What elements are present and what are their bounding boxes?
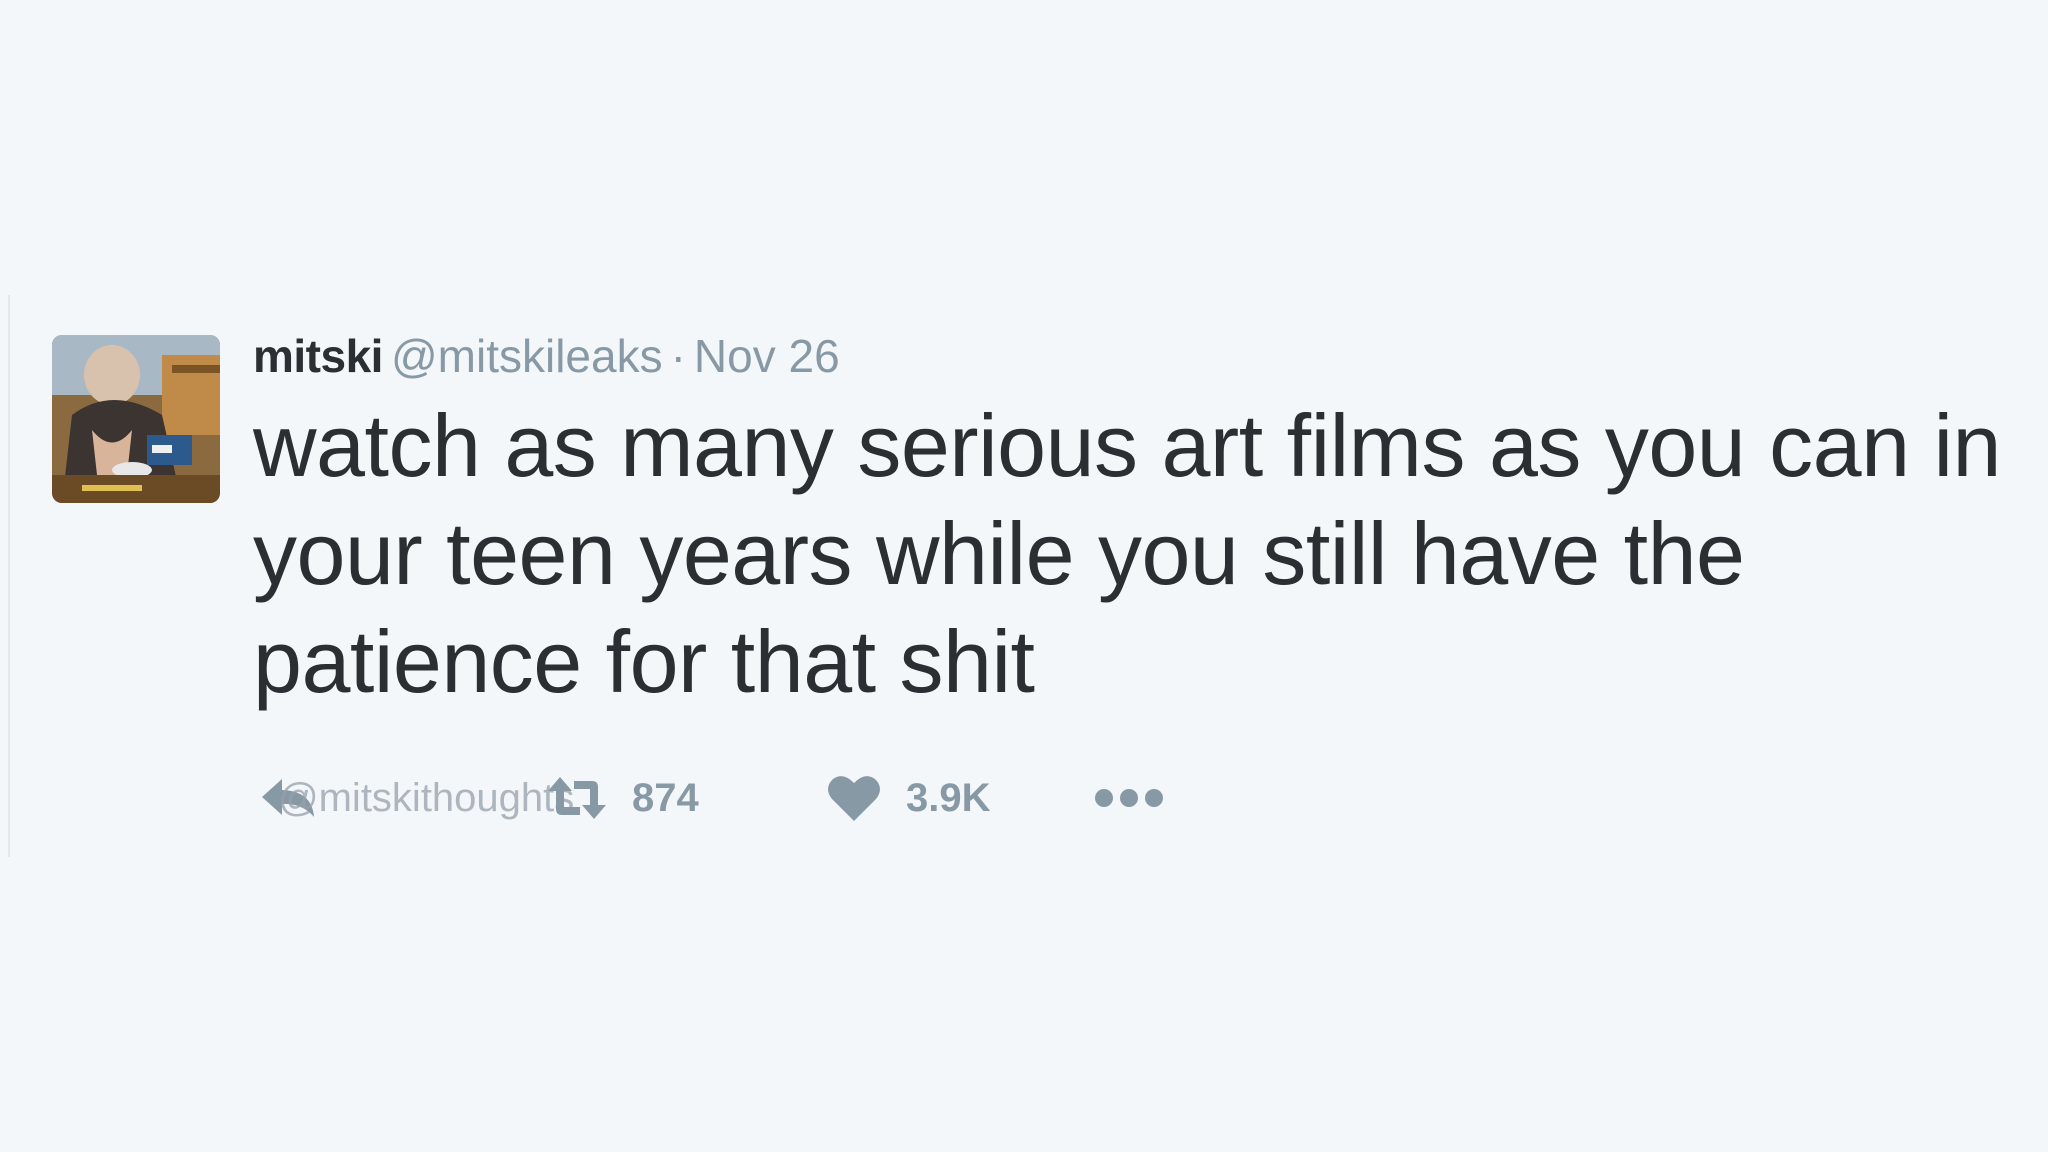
like-button[interactable]: 3.9K bbox=[826, 768, 991, 828]
user-handle[interactable]: @mitskileaks bbox=[391, 330, 663, 382]
more-button[interactable] bbox=[1094, 768, 1164, 828]
retweet-icon bbox=[548, 777, 606, 819]
retweet-count: 874 bbox=[632, 775, 699, 820]
display-name[interactable]: mitski bbox=[253, 330, 383, 382]
retweet-button[interactable]: 874 bbox=[546, 768, 699, 828]
separator: · bbox=[670, 330, 686, 382]
action-bar: @mitskithoughts 874 3.9K bbox=[258, 768, 1258, 828]
avatar[interactable] bbox=[52, 335, 220, 503]
like-count: 3.9K bbox=[906, 775, 991, 820]
thread-divider bbox=[8, 295, 10, 857]
tweet-text: watch as many serious art films as you c… bbox=[253, 396, 2001, 711]
watermark: @mitskithoughts bbox=[278, 776, 575, 820]
heart-icon bbox=[828, 776, 880, 821]
avatar-photo bbox=[52, 335, 220, 503]
timestamp[interactable]: Nov 26 bbox=[694, 330, 840, 382]
more-dots-icon bbox=[1095, 789, 1163, 807]
tweet-header: mitski @mitskileaks · Nov 26 bbox=[253, 330, 840, 382]
